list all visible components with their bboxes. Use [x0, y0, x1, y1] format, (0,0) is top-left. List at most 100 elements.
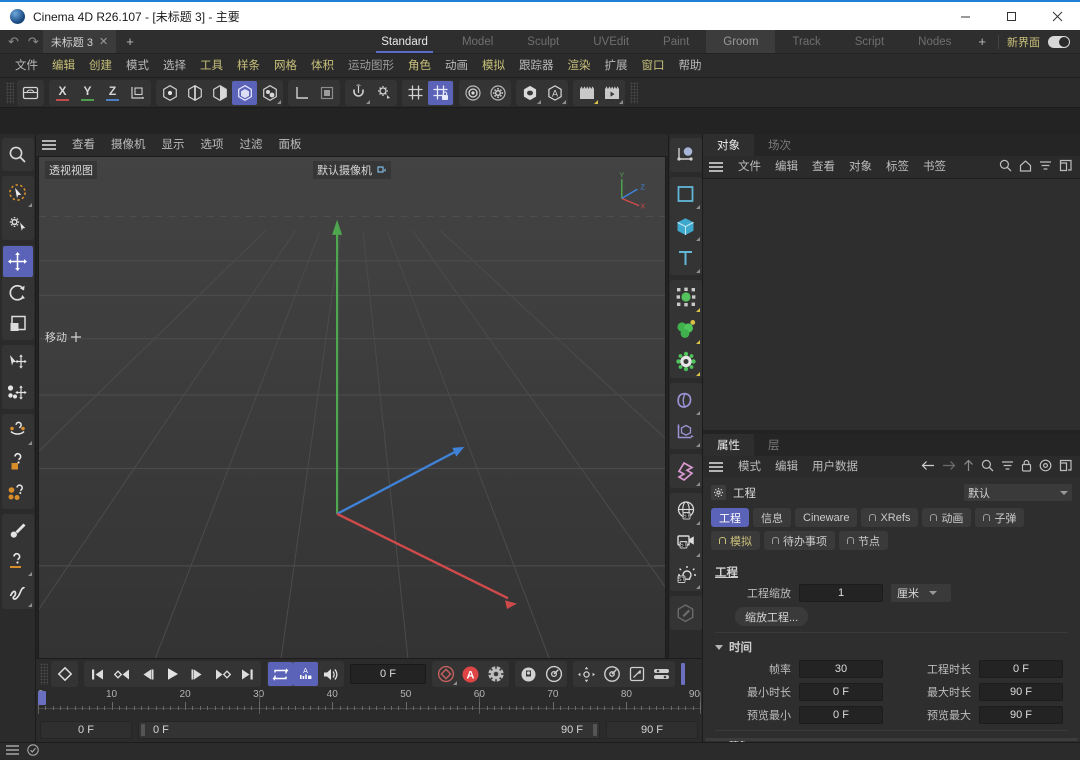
perspective-viewport[interactable]: 透视视图 默认摄像机 移动 网格间距 : 500 cm Y: [38, 156, 666, 742]
layout-tab-nodes[interactable]: Nodes: [901, 30, 968, 53]
check-circle-icon[interactable]: [27, 744, 39, 759]
preset-dropdown[interactable]: 默认: [964, 484, 1072, 501]
home-icon[interactable]: [1019, 159, 1032, 175]
attribute-pill-信息[interactable]: 信息: [753, 508, 791, 527]
layout-tab-groom[interactable]: Groom: [706, 30, 776, 53]
mograph-icon[interactable]: [671, 313, 701, 345]
viewport-menu-2[interactable]: 显示: [154, 134, 193, 156]
polygon-mode-icon[interactable]: [207, 81, 232, 105]
generator-icon[interactable]: [671, 281, 701, 313]
hamburger-icon[interactable]: [709, 462, 723, 472]
toolbar-grip[interactable]: [6, 81, 14, 104]
menu-item-11[interactable]: 动画: [438, 54, 475, 78]
hamburger-icon[interactable]: [709, 162, 723, 172]
move-tool-icon[interactable]: [2, 246, 33, 277]
layout-tab-standard[interactable]: Standard: [364, 30, 445, 53]
menu-item-10[interactable]: 角色: [401, 54, 438, 78]
menu-item-2[interactable]: 创建: [82, 54, 119, 78]
up-arrow-icon[interactable]: [963, 459, 974, 475]
simulation-tag-icon[interactable]: [671, 455, 701, 487]
end-frame-field[interactable]: 90 F: [606, 721, 698, 739]
menu-item-0[interactable]: 文件: [8, 54, 45, 78]
rotation-key-icon[interactable]: [599, 662, 624, 686]
maximize-button[interactable]: [988, 1, 1034, 31]
project-scale-input[interactable]: 1: [799, 584, 883, 602]
attribute-menu-0[interactable]: 模式: [731, 456, 768, 478]
enable-snap-axis-icon[interactable]: [314, 81, 339, 105]
attribute-menu-1[interactable]: 编辑: [768, 456, 805, 478]
attribute-menu-2[interactable]: 用户数据: [805, 456, 865, 478]
menu-item-4[interactable]: 选择: [156, 54, 193, 78]
attribute-pill-Cineware[interactable]: Cineware: [795, 508, 858, 527]
dots-node-icon[interactable]: [3, 477, 33, 508]
redo-icon[interactable]: ↷: [28, 34, 39, 50]
playhead[interactable]: [38, 691, 46, 705]
timeline-bar-handle[interactable]: [681, 663, 685, 685]
search-icon[interactable]: [981, 459, 994, 475]
expand-icon[interactable]: [1059, 459, 1072, 475]
spline-pen-icon[interactable]: [3, 577, 33, 608]
layout-tab-uvedit[interactable]: UVEdit: [576, 30, 646, 53]
object-manager-tab-1[interactable]: 场次: [754, 134, 805, 156]
previous-key-icon[interactable]: [110, 662, 135, 686]
menu-item-5[interactable]: 工具: [193, 54, 230, 78]
line-node-icon[interactable]: [3, 546, 33, 577]
attribute-pill-动画[interactable]: 动画: [922, 508, 972, 527]
menu-item-17[interactable]: 帮助: [672, 54, 709, 78]
object-menu-2[interactable]: 查看: [805, 156, 842, 178]
world-object-coordinate-icon[interactable]: [125, 81, 150, 105]
viewport-menu-3[interactable]: 选项: [193, 134, 232, 156]
sound-scrub-icon[interactable]: A: [293, 662, 318, 686]
add-scene-icon[interactable]: [599, 81, 624, 105]
live-selection-icon[interactable]: [3, 177, 33, 208]
close-button[interactable]: [1034, 1, 1080, 31]
range-end-handle[interactable]: [593, 724, 597, 736]
step-forward-icon[interactable]: [185, 662, 210, 686]
lock-y-axis-icon[interactable]: Y: [75, 81, 100, 105]
hamburger-icon[interactable]: [6, 745, 19, 758]
position-key-icon[interactable]: [574, 662, 599, 686]
timeline-ruler[interactable]: 0102030405060708090: [38, 689, 701, 719]
toolbar-grip-end[interactable]: [630, 81, 638, 104]
render-view-icon[interactable]: [460, 81, 485, 105]
animbar-grip[interactable]: [40, 663, 48, 685]
attribute-pill-待办事项[interactable]: 待办事项: [764, 531, 835, 550]
spline-primitive-icon[interactable]: [671, 178, 701, 210]
object-menu-3[interactable]: 对象: [842, 156, 879, 178]
menu-item-12[interactable]: 模拟: [475, 54, 512, 78]
camera-lock-icon[interactable]: [376, 165, 387, 175]
project-scale-unit-select[interactable]: 厘米: [891, 584, 951, 602]
autokeying-icon[interactable]: A: [458, 662, 483, 686]
time-field-a[interactable]: 0 F: [799, 706, 883, 724]
time-field-b[interactable]: 90 F: [979, 683, 1063, 701]
menu-item-3[interactable]: 模式: [119, 54, 156, 78]
range-start-handle[interactable]: [141, 724, 145, 736]
environment-icon[interactable]: ST: [671, 494, 701, 526]
filter-icon[interactable]: [1001, 460, 1014, 474]
menu-item-16[interactable]: 窗口: [635, 54, 672, 78]
sound-toggle-icon[interactable]: [318, 662, 343, 686]
mograph-effector-icon[interactable]: [671, 416, 701, 448]
menu-item-6[interactable]: 样条: [230, 54, 267, 78]
edge-mode-icon[interactable]: [182, 81, 207, 105]
lock-x-axis-icon[interactable]: X: [50, 81, 75, 105]
add-object-icon[interactable]: [517, 81, 542, 105]
time-field-a[interactable]: 0 F: [799, 683, 883, 701]
attribute-tab-1[interactable]: 层: [754, 434, 794, 456]
point-mode-icon[interactable]: [157, 81, 182, 105]
render-settings-icon[interactable]: [485, 81, 510, 105]
enable-axis-icon[interactable]: [289, 81, 314, 105]
viewport-menu-1[interactable]: 摄像机: [103, 134, 154, 156]
light-icon[interactable]: ST: [671, 558, 701, 590]
loop-playback-icon[interactable]: [268, 662, 293, 686]
attribute-tab-0[interactable]: 属性: [703, 434, 754, 456]
quantize-snap-icon[interactable]: [428, 80, 453, 105]
layout-tab-script[interactable]: Script: [838, 30, 901, 53]
viewport-menu-5[interactable]: 面板: [271, 134, 310, 156]
attribute-pill-工程[interactable]: 工程: [711, 508, 749, 527]
grid-snap-icon[interactable]: [403, 81, 428, 105]
viewport-menu-0[interactable]: 查看: [64, 134, 103, 156]
menu-item-14[interactable]: 渲染: [561, 54, 598, 78]
object-manager-list[interactable]: [703, 178, 1080, 430]
go-to-start-icon[interactable]: [85, 662, 110, 686]
